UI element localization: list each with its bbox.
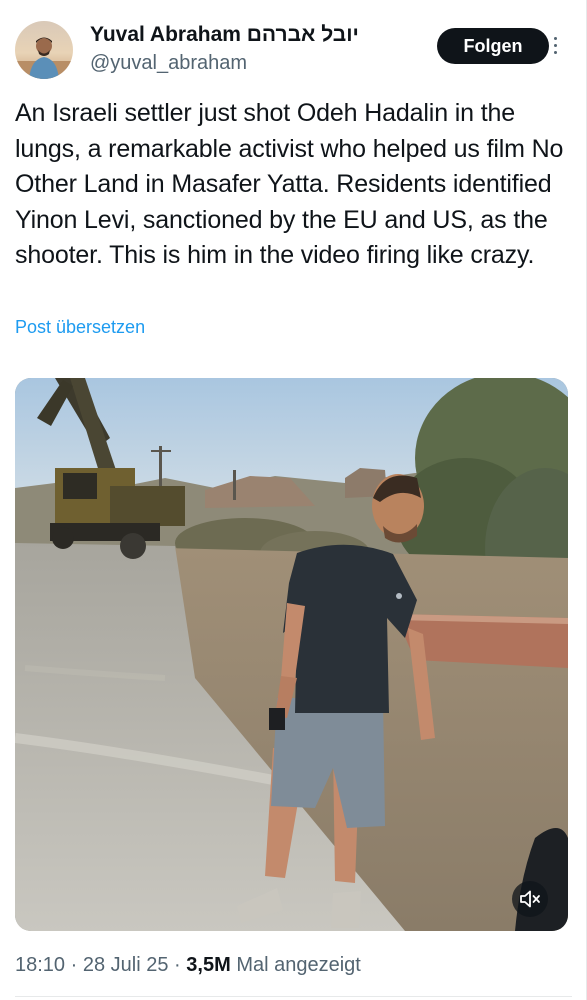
tweet-header: Yuval Abraham יובל אברהם @yuval_abraham … (15, 18, 572, 82)
meta-separator: · (174, 954, 181, 976)
views-label: Mal angezeigt (236, 954, 361, 976)
author-display-name[interactable]: Yuval Abraham יובל אברהם (90, 21, 359, 49)
avatar-image (15, 21, 73, 79)
video-player[interactable] (15, 378, 568, 931)
translate-post-link[interactable]: Post übersetzen (15, 314, 145, 340)
speaker-muted-icon (520, 890, 540, 908)
author-names: Yuval Abraham יובל אברהם @yuval_abraham (90, 21, 359, 77)
meta-separator: · (70, 954, 78, 976)
author-handle[interactable]: @yuval_abraham (90, 49, 359, 77)
views-count[interactable]: 3,5M (186, 954, 230, 976)
tweet-meta: 18:10 · 28 Juli 25 · 3,5M Mal angezeigt (15, 950, 361, 980)
more-options-icon[interactable] (550, 33, 560, 59)
avatar[interactable] (15, 21, 73, 79)
tweet-text: An Israeli settler just shot Odeh Hadali… (15, 99, 564, 269)
tweet-date[interactable]: 28 Juli 25 (83, 954, 169, 976)
follow-button[interactable]: Folgen (437, 28, 549, 64)
video-frame (15, 378, 568, 931)
divider (15, 996, 572, 997)
mute-toggle-button[interactable] (512, 881, 548, 917)
tweet-time[interactable]: 18:10 (15, 954, 65, 976)
